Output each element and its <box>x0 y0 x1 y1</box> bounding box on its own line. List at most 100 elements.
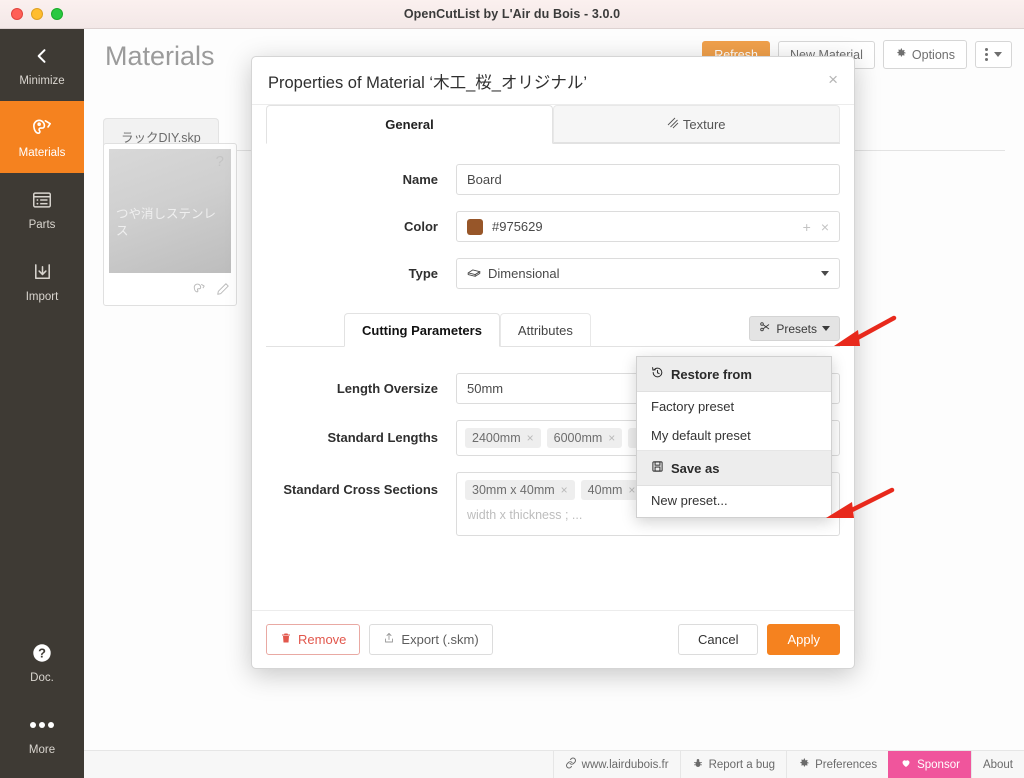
dialog-footer: Remove Export (.skm) Cancel Apply <box>252 610 854 668</box>
dropdown-item-my-default-preset[interactable]: My default preset <box>637 421 831 450</box>
sidebar-item-import[interactable]: Import <box>0 245 84 317</box>
options-label: Options <box>911 47 955 62</box>
page-title: Materials <box>105 41 215 71</box>
more-menu-button[interactable] <box>975 41 1012 68</box>
tag-item[interactable]: 6000mm × <box>546 428 623 448</box>
type-select-value: Dimensional <box>488 266 560 281</box>
chevron-down-icon <box>994 52 1002 57</box>
dialog-header: Properties of Material ‘木工_桜_オリジナル’ × <box>252 57 854 105</box>
svg-text:?: ? <box>38 646 46 661</box>
field-row-type: Type Dimensional <box>266 258 840 289</box>
add-color-icon[interactable]: + <box>803 219 811 235</box>
texture-icon <box>667 117 682 132</box>
sidebar-label-more: More <box>28 744 56 756</box>
tab-cutting-parameters[interactable]: Cutting Parameters <box>344 313 500 347</box>
export-icon <box>383 632 395 647</box>
bug-icon <box>692 757 704 772</box>
sidebar-bottom-group: ? Doc. More <box>0 626 84 770</box>
material-card-actions <box>192 282 230 301</box>
tag-remove-icon[interactable]: × <box>608 431 615 445</box>
sidebar-item-more[interactable]: More <box>0 698 84 770</box>
app-window: OpenCutList by L'Air du Bois - 3.0.0 Min… <box>0 0 1024 778</box>
list-icon <box>28 187 56 213</box>
name-input[interactable]: Board <box>456 164 840 195</box>
presets-dropdown-menu: Restore from Factory preset My default p… <box>636 356 832 518</box>
materials-icon <box>28 115 56 141</box>
label-standard-cross-sections: Standard Cross Sections <box>283 482 438 497</box>
clear-color-icon[interactable]: × <box>821 219 829 235</box>
dialog-tabs: General Texture <box>266 105 840 144</box>
general-form: Name Board Color #975629 + × Type Dimens… <box>252 144 854 289</box>
status-label-report-bug: Report a bug <box>708 758 776 771</box>
restore-icon <box>651 366 664 382</box>
sidebar-label-parts: Parts <box>28 219 56 231</box>
tab-texture-label: Texture <box>682 117 726 132</box>
field-row-name: Name Board <box>266 164 840 195</box>
color-input[interactable]: #975629 + × <box>456 211 840 242</box>
label-standard-lengths: Standard Lengths <box>327 430 438 445</box>
tag-remove-icon[interactable]: × <box>527 431 534 445</box>
tag-label: 40mm <box>587 483 623 497</box>
paint-icon[interactable] <box>192 282 207 301</box>
board-icon <box>467 268 481 280</box>
remove-button[interactable]: Remove <box>266 624 361 655</box>
gear-icon <box>895 47 907 62</box>
name-input-value: Board <box>467 172 502 187</box>
sidebar-item-minimize[interactable]: Minimize <box>0 29 84 101</box>
tag-label: 30mm x 40mm <box>472 483 555 497</box>
sidebar-item-materials[interactable]: Materials <box>0 101 84 173</box>
status-about[interactable]: About <box>970 751 1024 778</box>
close-icon[interactable]: × <box>828 71 838 88</box>
tag-label: 6000mm <box>553 431 603 445</box>
cutting-attributes-tabs: Cutting Parameters Attributes Presets <box>266 313 840 347</box>
sidebar-item-doc[interactable]: ? Doc. <box>0 626 84 698</box>
chevron-left-icon <box>28 43 56 69</box>
dropdown-item-new-preset[interactable]: New preset... <box>637 486 831 515</box>
label-name: Name <box>402 172 438 187</box>
color-swatch[interactable] <box>467 218 483 235</box>
field-row-color: Color #975629 + × <box>266 211 840 242</box>
left-sidebar: Minimize Materials Parts Import ? Doc. M… <box>0 29 84 778</box>
tag-item[interactable]: 2400mm × <box>465 428 541 448</box>
tab-general[interactable]: General <box>266 105 553 144</box>
material-name: つや消しステンレス <box>116 207 217 238</box>
tab-texture[interactable]: Texture <box>553 105 840 143</box>
material-thumbnail: ? つや消しステンレス <box>109 149 231 273</box>
status-sponsor[interactable]: Sponsor <box>888 751 971 778</box>
tag-item[interactable]: 30mm x 40mm × <box>465 480 575 500</box>
pencil-icon[interactable] <box>216 282 230 301</box>
tab-attributes[interactable]: Attributes <box>499 313 591 347</box>
tag-remove-icon[interactable]: × <box>561 483 568 497</box>
chevron-down-icon <box>821 271 829 276</box>
material-card[interactable]: ? つや消しステンレス <box>103 143 237 306</box>
sidebar-label-doc: Doc. <box>30 672 54 684</box>
status-preferences[interactable]: Preferences <box>786 751 888 778</box>
dialog-title: Properties of Material ‘木工_桜_オリジナル’ <box>268 73 588 92</box>
sidebar-item-parts[interactable]: Parts <box>0 173 84 245</box>
material-badge: ? <box>215 153 224 170</box>
tag-remove-icon[interactable]: × <box>628 483 635 497</box>
color-input-value: #975629 <box>492 219 543 234</box>
chevron-down-icon <box>822 326 830 331</box>
type-select[interactable]: Dimensional <box>456 258 840 289</box>
status-report-bug[interactable]: Report a bug <box>679 751 787 778</box>
status-label-preferences: Preferences <box>815 758 878 771</box>
export-button[interactable]: Export (.skm) <box>369 624 493 655</box>
sidebar-label-minimize: Minimize <box>19 75 65 87</box>
options-button[interactable]: Options <box>882 40 967 69</box>
dropdown-item-factory-preset[interactable]: Factory preset <box>637 392 831 421</box>
label-length-oversize: Length Oversize <box>336 381 438 396</box>
tag-label: 2400mm <box>472 431 521 445</box>
status-link-website[interactable]: www.lairdubois.fr <box>552 751 680 778</box>
import-icon <box>28 259 56 285</box>
status-label-website: www.lairdubois.fr <box>581 758 669 771</box>
question-circle-icon: ? <box>28 640 56 666</box>
status-bar: www.lairdubois.fr Report a bug Preferenc… <box>84 750 1024 778</box>
apply-button[interactable]: Apply <box>767 624 840 655</box>
remove-label: Remove <box>298 632 347 647</box>
presets-button[interactable]: Presets <box>749 316 840 341</box>
cancel-button[interactable]: Cancel <box>678 624 759 655</box>
sidebar-label-import: Import <box>25 291 59 303</box>
dropdown-header-save: Save as <box>637 450 831 486</box>
tag-item[interactable]: 40mm × <box>580 480 643 500</box>
